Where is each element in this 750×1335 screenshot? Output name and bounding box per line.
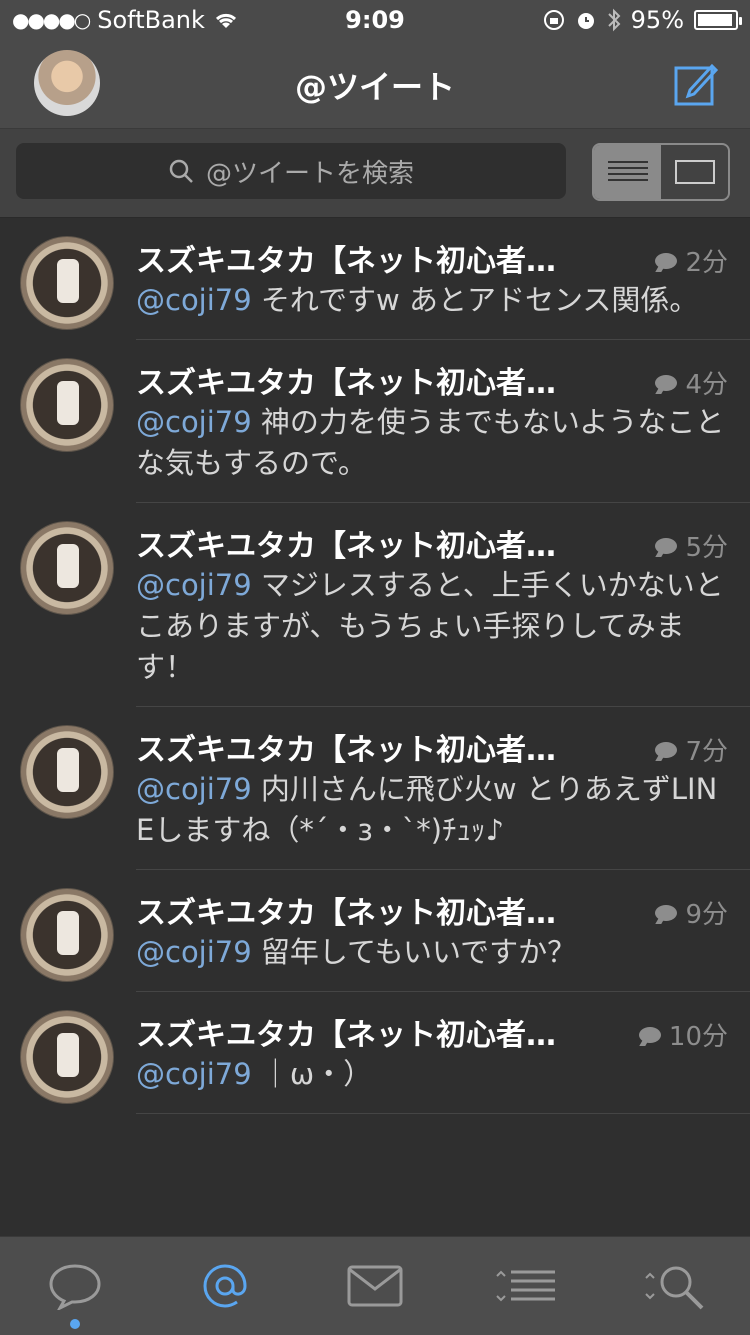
- tweet-row[interactable]: スズキユタカ【ネット初心者… 2分 @coji79 それですw あとアドセンス関係。: [20, 218, 750, 340]
- list-icon: [496, 1270, 555, 1302]
- tweet-text: ｜ω・）: [251, 1057, 373, 1091]
- navigation-bar: @ツイート: [0, 40, 750, 129]
- unread-dot: [70, 1319, 80, 1329]
- avatar[interactable]: [20, 725, 114, 819]
- tweet-row[interactable]: スズキユタカ【ネット初心者… 9分 @coji79 留年してもいいですか？: [20, 870, 750, 992]
- tweet-text: それですw あとアドセンス関係。: [251, 283, 699, 317]
- reply-bubble-icon: [638, 1026, 661, 1043]
- tweet-time: 2分: [655, 242, 728, 279]
- tweet-time-label: 4分: [685, 370, 728, 400]
- tweet-author-name: スズキユタカ【ネット初心者…: [136, 733, 556, 768]
- rotation-lock-icon: [543, 10, 564, 30]
- tweet-time-label: 10分: [668, 1022, 728, 1052]
- search-icon: [645, 1266, 704, 1310]
- tweet-time: 4分: [655, 364, 728, 401]
- avatar[interactable]: [20, 358, 114, 452]
- tweet-row[interactable]: スズキユタカ【ネット初心者… 10分 @coji79 ｜ω・）: [20, 992, 750, 1114]
- compose-icon[interactable]: [672, 60, 720, 108]
- avatar[interactable]: [20, 1010, 114, 1104]
- search-placeholder: @ツイートを検索: [205, 158, 414, 189]
- mention-link[interactable]: @coji79: [136, 568, 252, 602]
- card-icon: [674, 160, 715, 184]
- search-input[interactable]: @ツイートを検索: [16, 143, 566, 199]
- tab-mentions[interactable]: [150, 1237, 300, 1335]
- reply-bubble-icon: [655, 904, 678, 921]
- mention-link[interactable]: @coji79: [136, 935, 252, 969]
- mention-link[interactable]: @coji79: [136, 772, 252, 806]
- tweet-body: @coji79 ｜ω・）: [136, 1054, 750, 1113]
- tab-messages[interactable]: [300, 1237, 450, 1335]
- status-bar: ●●●●○ SoftBank 9:09 95%: [0, 0, 750, 40]
- tweet-time-label: 2分: [685, 248, 728, 278]
- tab-bar: [0, 1236, 750, 1335]
- tab-timeline[interactable]: [0, 1237, 150, 1335]
- bluetooth-icon: [607, 8, 621, 32]
- tweet-author-name: スズキユタカ【ネット初心者…: [136, 1018, 556, 1053]
- tab-lists[interactable]: [450, 1237, 600, 1335]
- tweet-list: スズキユタカ【ネット初心者… 2分 @coji79 それですw あとアドセンス関係。…: [0, 218, 750, 1114]
- battery-percent: 95%: [630, 6, 684, 34]
- mention-link[interactable]: @coji79: [136, 283, 252, 317]
- tweet-author-name: スズキユタカ【ネット初心者…: [136, 244, 556, 279]
- tweet-time-label: 9分: [685, 900, 728, 930]
- tweet-body: @coji79 それですw あとアドセンス関係。: [136, 280, 750, 339]
- envelope-icon: [347, 1265, 403, 1307]
- tweet-author-name: スズキユタカ【ネット初心者…: [136, 529, 556, 564]
- tweet-row[interactable]: スズキユタカ【ネット初心者… 7分 @coji79 内川さんに飛び火w とりあえずL…: [20, 707, 750, 870]
- search-icon: [169, 159, 193, 183]
- tweet-author-name: スズキユタカ【ネット初心者…: [136, 896, 556, 931]
- view-mode-toggle[interactable]: [592, 143, 730, 201]
- alarm-icon: [577, 13, 594, 29]
- speech-bubble-icon: [49, 1264, 101, 1310]
- card-view-button[interactable]: [661, 145, 728, 199]
- avatar[interactable]: [20, 521, 114, 615]
- tweet-body: @coji79 留年してもいいですか？: [136, 932, 750, 991]
- at-sign-icon: [203, 1264, 247, 1308]
- reply-bubble-icon: [655, 741, 678, 758]
- mention-link[interactable]: @coji79: [136, 405, 252, 439]
- tweet-body: @coji79 内川さんに飛び火w とりあえずLINEしますね（*´・з・`*)…: [136, 769, 750, 869]
- page-title: @ツイート: [294, 68, 455, 106]
- tweet-text: 留年してもいいですか？: [251, 935, 577, 969]
- tweet-row[interactable]: スズキユタカ【ネット初心者… 5分 @coji79 マジレスすると、上手くいかないと…: [20, 503, 750, 707]
- tweet-row[interactable]: スズキユタカ【ネット初心者… 4分 @coji79 神の力を使うまでもないようなこと…: [20, 340, 750, 503]
- reply-bubble-icon: [655, 252, 678, 269]
- tweet-time-label: 5分: [685, 533, 728, 563]
- tweet-time-label: 7分: [685, 737, 728, 767]
- tweet-body: @coji79 マジレスすると、上手くいかないとこありますが、もうちょい手探りし…: [136, 565, 750, 706]
- list-lines-icon: [607, 161, 648, 181]
- avatar[interactable]: [20, 236, 114, 330]
- tweet-author-name: スズキユタカ【ネット初心者…: [136, 366, 556, 401]
- avatar[interactable]: [20, 888, 114, 982]
- search-row: @ツイートを検索: [0, 129, 750, 218]
- tweet-time: 5分: [655, 527, 728, 564]
- reply-bubble-icon: [655, 537, 678, 554]
- tweet-time: 10分: [638, 1016, 728, 1053]
- battery-icon: [694, 10, 742, 30]
- tweet-body: @coji79 神の力を使うまでもないようなことな気もするので。: [136, 402, 750, 502]
- mention-link[interactable]: @coji79: [136, 1057, 252, 1091]
- list-view-button[interactable]: [594, 145, 661, 199]
- tab-search[interactable]: [600, 1237, 750, 1335]
- reply-bubble-icon: [655, 374, 678, 391]
- tweet-time: 9分: [655, 894, 728, 931]
- tweet-time: 7分: [655, 731, 728, 768]
